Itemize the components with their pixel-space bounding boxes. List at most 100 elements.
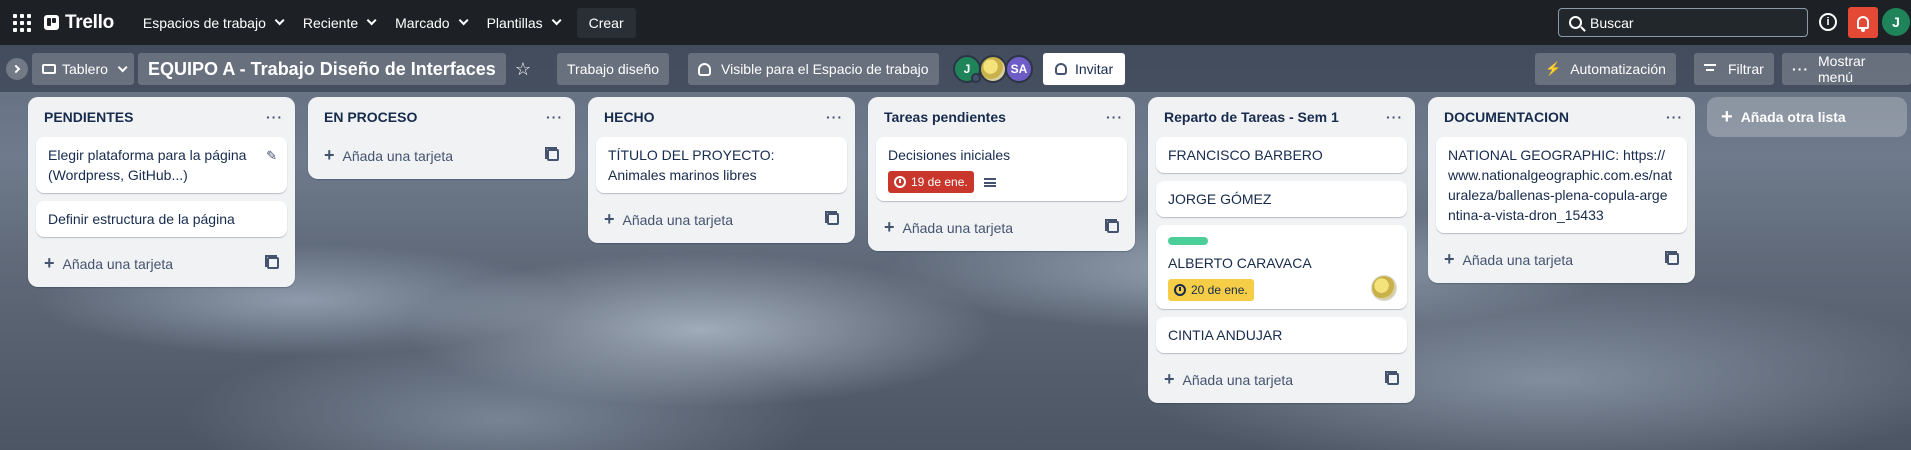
expand-sidebar-button[interactable] xyxy=(6,58,28,80)
board-view-switcher[interactable]: Tablero xyxy=(32,53,134,85)
card-template-icon[interactable] xyxy=(265,255,279,269)
menu-templates[interactable]: Plantillas xyxy=(476,7,569,39)
card-title: FRANCISCO BARBERO xyxy=(1168,147,1323,163)
list-menu-icon[interactable]: ··· xyxy=(266,109,283,125)
menu-starred[interactable]: Marcado xyxy=(384,7,475,39)
member-avatar[interactable]: SA xyxy=(1005,55,1033,83)
plus-icon: + xyxy=(1721,105,1733,128)
user-avatar[interactable]: J xyxy=(1882,8,1910,36)
card[interactable]: TÍTULO DEL PROYECTO: Animales marinos li… xyxy=(596,137,847,193)
add-card-button[interactable]: + Añada una tarjeta xyxy=(1436,241,1687,277)
plus-icon: + xyxy=(324,144,335,165)
add-list-button[interactable]: + Añada otra lista xyxy=(1707,97,1907,137)
card-template-icon[interactable] xyxy=(1665,251,1679,265)
list-reparto-tareas: Reparto de Tareas - Sem 1 ··· FRANCISCO B… xyxy=(1148,97,1415,403)
board-members: J SA xyxy=(953,55,1033,83)
menu-workspaces[interactable]: Espacios de trabajo xyxy=(132,7,292,39)
edit-icon[interactable]: ✎ xyxy=(266,146,277,166)
board-title[interactable]: EQUIPO A - Trabajo Diseño de Interfaces xyxy=(138,53,506,85)
member-avatar[interactable] xyxy=(979,55,1007,83)
plus-icon: + xyxy=(1164,368,1175,389)
menu-templates-label: Plantillas xyxy=(486,14,543,31)
show-menu-label: Mostrar menú xyxy=(1818,53,1866,85)
list-title[interactable]: EN PROCESO xyxy=(324,109,417,125)
menu-recent[interactable]: Reciente xyxy=(292,7,384,39)
add-card-label: Añada una tarjeta xyxy=(1462,251,1574,268)
board-view-label: Tablero xyxy=(62,61,108,77)
add-card-label: Añada una tarjeta xyxy=(62,255,174,272)
clock-icon xyxy=(894,176,906,188)
member-avatar[interactable]: J xyxy=(953,55,981,83)
lightning-icon: ⚡ xyxy=(1545,61,1562,76)
workspace-button[interactable]: Trabajo diseño xyxy=(557,53,670,85)
card-member-avatar[interactable] xyxy=(1371,275,1397,301)
list-title[interactable]: Reparto de Tareas - Sem 1 xyxy=(1164,109,1339,125)
chevron-down-icon xyxy=(274,15,285,26)
add-card-button[interactable]: + Añada una tarjeta xyxy=(596,201,847,237)
due-date-badge[interactable]: 20 de ene. xyxy=(1168,279,1254,301)
filter-icon xyxy=(1704,64,1716,74)
search-input[interactable]: Buscar xyxy=(1558,8,1808,37)
list-title[interactable]: DOCUMENTACION xyxy=(1444,109,1569,125)
card-template-icon[interactable] xyxy=(1385,371,1399,385)
card-title: Definir estructura de la página xyxy=(48,211,235,227)
list-menu-icon[interactable]: ··· xyxy=(1386,109,1403,125)
card[interactable]: Decisiones iniciales 19 de ene. xyxy=(876,137,1127,201)
invite-button[interactable]: Invitar xyxy=(1043,53,1126,85)
app-switcher-icon[interactable] xyxy=(10,11,34,35)
due-date-text: 19 de ene. xyxy=(911,175,968,189)
description-icon xyxy=(983,177,996,187)
add-card-button[interactable]: + Añada una tarjeta xyxy=(1156,361,1407,397)
list-title[interactable]: HECHO xyxy=(604,109,655,125)
card-template-icon[interactable] xyxy=(545,147,559,161)
list-pendientes: PENDIENTES ··· Elegir plataforma para la … xyxy=(28,97,295,287)
plus-icon: + xyxy=(884,216,895,237)
more-icon: ··· xyxy=(1792,61,1809,77)
automation-label: Automatización xyxy=(1570,61,1666,77)
add-card-button[interactable]: + Añada una tarjeta xyxy=(876,209,1127,245)
list-tareas-pendientes: Tareas pendientes ··· Decisiones iniciale… xyxy=(868,97,1135,251)
card[interactable]: Definir estructura de la página xyxy=(36,201,287,237)
card-label[interactable] xyxy=(1168,237,1208,245)
list-menu-icon[interactable]: ··· xyxy=(546,109,563,125)
chevron-down-icon xyxy=(458,15,469,26)
add-list-label: Añada otra lista xyxy=(1740,109,1846,125)
star-icon[interactable]: ☆ xyxy=(507,53,539,85)
card-title: CINTIA ANDUJAR xyxy=(1168,327,1283,343)
add-card-button[interactable]: + Añada una tarjeta xyxy=(316,137,567,173)
card[interactable]: FRANCISCO BARBERO xyxy=(1156,137,1407,173)
list-title[interactable]: PENDIENTES xyxy=(44,109,133,125)
visibility-button[interactable]: Visible para el Espacio de trabajo xyxy=(688,53,939,85)
list-menu-icon[interactable]: ··· xyxy=(826,109,843,125)
card[interactable]: CINTIA ANDUJAR xyxy=(1156,317,1407,353)
list-title[interactable]: Tareas pendientes xyxy=(884,109,1006,125)
due-date-badge[interactable]: 19 de ene. xyxy=(888,171,974,193)
info-icon[interactable]: i xyxy=(1819,13,1837,31)
card[interactable]: NATIONAL GEOGRAPHIC: https://www.nationa… xyxy=(1436,137,1687,233)
list-en-proceso: EN PROCESO ··· + Añada una tarjeta xyxy=(308,97,575,179)
create-button[interactable]: Crear xyxy=(576,7,636,38)
add-card-button[interactable]: + Añada una tarjeta xyxy=(36,245,287,281)
chevron-down-icon xyxy=(117,61,128,72)
card[interactable]: JORGE GÓMEZ xyxy=(1156,181,1407,217)
automation-button[interactable]: ⚡ Automatización xyxy=(1535,53,1676,85)
card[interactable]: Elegir plataforma para la página (Wordpr… xyxy=(36,137,287,193)
card-template-icon[interactable] xyxy=(825,211,839,225)
member-initials: J xyxy=(963,62,971,76)
trello-logo[interactable]: Trello xyxy=(44,12,114,34)
trello-logo-icon xyxy=(44,15,59,30)
card-title: Elegir plataforma para la página (Wordpr… xyxy=(48,147,247,183)
list-menu-icon[interactable]: ··· xyxy=(1666,109,1683,125)
filter-label: Filtrar xyxy=(1728,61,1764,77)
card[interactable]: ALBERTO CARAVACA 20 de ene. xyxy=(1156,225,1407,309)
chevron-right-icon xyxy=(11,64,21,74)
chevron-down-icon xyxy=(366,15,377,26)
show-menu-button[interactable]: ··· Mostrar menú xyxy=(1782,53,1911,85)
due-date-text: 20 de ene. xyxy=(1191,283,1248,297)
list-menu-icon[interactable]: ··· xyxy=(1106,109,1123,125)
card-template-icon[interactable] xyxy=(1105,219,1119,233)
chevron-down-icon xyxy=(551,15,562,26)
add-card-label: Añada una tarjeta xyxy=(1182,371,1294,388)
filter-button[interactable]: Filtrar xyxy=(1694,53,1774,85)
notifications-button[interactable] xyxy=(1848,7,1878,38)
